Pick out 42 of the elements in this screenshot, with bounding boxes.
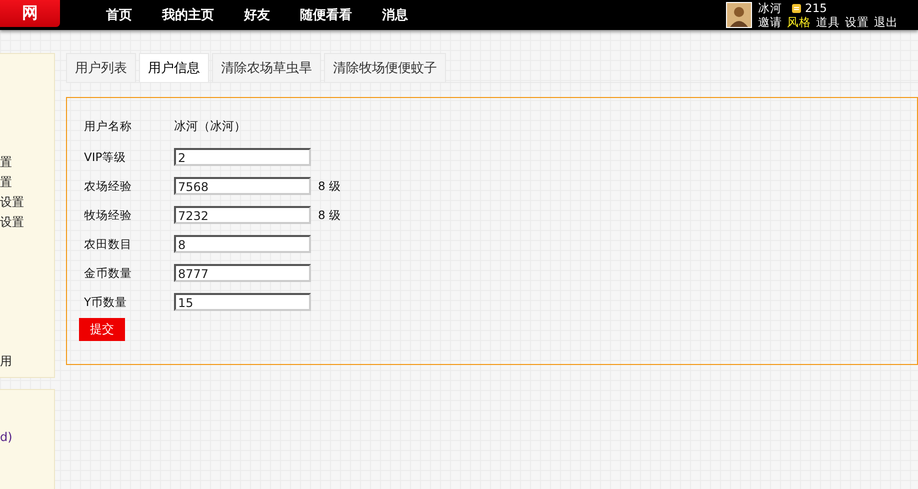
nav-link[interactable]: 首页 bbox=[106, 6, 132, 24]
field-label: 用户名称 bbox=[83, 118, 133, 134]
sidebar-item[interactable]: 设置 bbox=[0, 212, 54, 232]
sidebar-item[interactable]: 置 bbox=[0, 172, 54, 192]
avatar[interactable] bbox=[726, 2, 752, 28]
tab[interactable]: 用户信息 bbox=[139, 53, 209, 82]
input-field[interactable]: 2 bbox=[174, 148, 311, 166]
input-field[interactable]: 8777 bbox=[174, 264, 311, 282]
nav-link[interactable]: 消息 bbox=[382, 6, 408, 24]
input-field[interactable]: 7232 bbox=[174, 206, 311, 224]
field-label: VIP等级 bbox=[83, 150, 128, 164]
coin-icon bbox=[792, 4, 801, 12]
username-value: 冰河（冰河） bbox=[174, 118, 246, 134]
input-field[interactable]: 8 bbox=[174, 235, 311, 253]
coin-count: 215 bbox=[805, 1, 827, 15]
input-field[interactable]: 15 bbox=[174, 293, 311, 311]
level-text: 8 级 bbox=[318, 178, 341, 194]
tab[interactable]: 用户列表 bbox=[66, 53, 136, 82]
input-field[interactable]: 7568 bbox=[174, 177, 311, 195]
sidebar-item[interactable]: 用 bbox=[0, 351, 54, 371]
nav-link[interactable]: 好友 bbox=[244, 6, 270, 24]
level-text: 8 级 bbox=[318, 208, 341, 222]
user-link[interactable]: 设置 bbox=[845, 15, 869, 29]
sidebar-item[interactable]: 置 bbox=[0, 152, 54, 172]
field-label: 农场经验 bbox=[83, 178, 133, 194]
sidebar-item[interactable]: 设置 bbox=[0, 192, 54, 212]
user-name[interactable]: 冰河 bbox=[758, 1, 782, 15]
logo[interactable]: 网 bbox=[0, 0, 60, 27]
nav-link[interactable]: 我的主页 bbox=[162, 6, 214, 24]
tab[interactable]: 清除牧场便便蚊子 bbox=[324, 53, 446, 82]
field-label: Y币数量 bbox=[83, 294, 128, 310]
user-link[interactable]: 邀请 bbox=[758, 15, 782, 29]
field-label: 牧场经验 bbox=[83, 208, 133, 222]
sidebar-text: d) bbox=[0, 429, 14, 446]
nav-link[interactable]: 随便看看 bbox=[300, 6, 352, 24]
user-link[interactable]: 道具 bbox=[816, 15, 840, 29]
submit-button[interactable]: 提交 bbox=[79, 318, 125, 341]
tab[interactable]: 清除农场草虫旱 bbox=[212, 53, 321, 82]
field-label: 金币数量 bbox=[83, 266, 133, 280]
user-link[interactable]: 风格 bbox=[787, 15, 811, 29]
user-link[interactable]: 退出 bbox=[874, 15, 898, 29]
field-label: 农田数目 bbox=[83, 236, 133, 252]
